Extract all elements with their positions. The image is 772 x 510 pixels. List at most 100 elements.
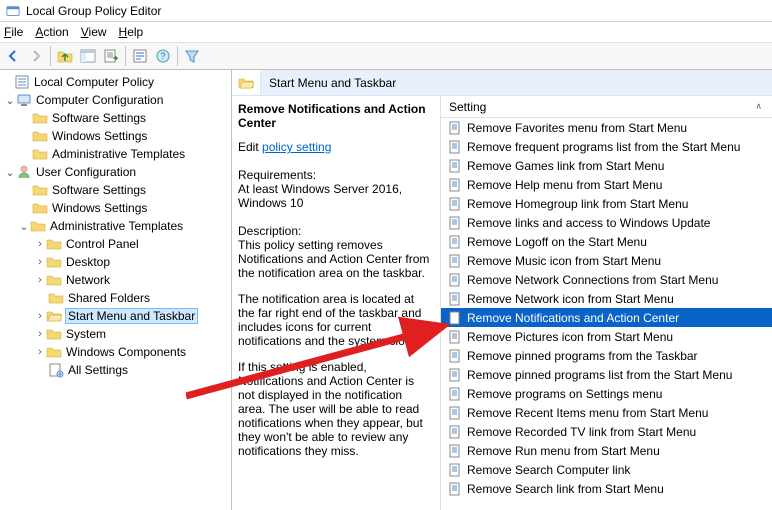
- policy-item-icon: [447, 405, 463, 421]
- computer-icon: [16, 92, 32, 108]
- tree-uc-windows[interactable]: Windows Settings: [0, 199, 231, 217]
- setting-label: Remove Recent Items menu from Start Menu: [467, 406, 708, 420]
- policy-icon: [14, 74, 30, 90]
- tree-shared-folders[interactable]: Shared Folders: [0, 289, 231, 307]
- setting-label: Remove links and access to Windows Updat…: [467, 216, 710, 230]
- expand-icon[interactable]: ›: [34, 346, 46, 358]
- policy-item-icon: [447, 177, 463, 193]
- tree-network[interactable]: ›Network: [0, 271, 231, 289]
- export-list-button[interactable]: [100, 45, 122, 67]
- tree-uc-admin[interactable]: ⌄Administrative Templates: [0, 217, 231, 235]
- app-icon: [6, 4, 20, 18]
- edit-policy-link[interactable]: policy setting: [262, 140, 331, 154]
- setting-label: Remove Help menu from Start Menu: [467, 178, 662, 192]
- setting-row[interactable]: Remove Recorded TV link from Start Menu: [441, 422, 772, 441]
- setting-row[interactable]: Remove Recent Items menu from Start Menu: [441, 403, 772, 422]
- expand-icon[interactable]: ›: [34, 238, 46, 250]
- collapse-icon[interactable]: ⌄: [4, 166, 16, 179]
- folder-open-icon: [46, 308, 62, 324]
- setting-row[interactable]: Remove Run menu from Start Menu: [441, 441, 772, 460]
- back-button[interactable]: [2, 45, 24, 67]
- collapse-icon[interactable]: ⌄: [4, 94, 16, 107]
- folder-icon: [32, 182, 48, 198]
- forward-button[interactable]: [25, 45, 47, 67]
- policy-item-icon: [447, 310, 463, 326]
- policy-item-icon: [447, 348, 463, 364]
- setting-label: Remove Notifications and Action Center: [467, 311, 679, 325]
- filter-button[interactable]: [181, 45, 203, 67]
- setting-row[interactable]: Remove Search link from Start Menu: [441, 479, 772, 498]
- setting-row[interactable]: Remove programs on Settings menu: [441, 384, 772, 403]
- tree-all-settings[interactable]: All Settings: [0, 361, 231, 379]
- setting-label: Remove Network Connections from Start Me…: [467, 273, 718, 287]
- tree-user-config[interactable]: ⌄User Configuration: [0, 163, 231, 181]
- expand-icon[interactable]: ›: [34, 274, 46, 286]
- tree-cc-windows[interactable]: Windows Settings: [0, 127, 231, 145]
- folder-icon: [46, 326, 62, 342]
- tree-start-menu-taskbar[interactable]: ›Start Menu and Taskbar: [0, 307, 231, 325]
- folder-icon: [46, 344, 62, 360]
- setting-row[interactable]: Remove Games link from Start Menu: [441, 156, 772, 175]
- description-column: Remove Notifications and Action Center E…: [232, 96, 440, 510]
- expand-icon[interactable]: ›: [34, 310, 46, 322]
- description-heading: Description:: [238, 224, 430, 238]
- setting-row[interactable]: Remove Logoff on the Start Menu: [441, 232, 772, 251]
- setting-label: Remove Search link from Start Menu: [467, 482, 664, 496]
- policy-item-icon: [447, 253, 463, 269]
- setting-row[interactable]: Remove Pictures icon from Start Menu: [441, 327, 772, 346]
- setting-row[interactable]: Remove links and access to Windows Updat…: [441, 213, 772, 232]
- setting-row[interactable]: Remove frequent programs list from the S…: [441, 137, 772, 156]
- menu-action[interactable]: Action: [35, 25, 68, 39]
- expand-icon[interactable]: ›: [34, 328, 46, 340]
- tree-uc-software[interactable]: Software Settings: [0, 181, 231, 199]
- expand-icon[interactable]: ›: [34, 256, 46, 268]
- menu-help[interactable]: Help: [119, 25, 144, 39]
- setting-row[interactable]: Remove pinned programs list from the Sta…: [441, 365, 772, 384]
- setting-row[interactable]: Remove Homegroup link from Start Menu: [441, 194, 772, 213]
- requirements-heading: Requirements:: [238, 168, 430, 182]
- setting-row[interactable]: Remove Favorites menu from Start Menu: [441, 118, 772, 137]
- policy-item-icon: [447, 481, 463, 497]
- setting-row[interactable]: Remove Music icon from Start Menu: [441, 251, 772, 270]
- setting-row[interactable]: Remove pinned programs from the Taskbar: [441, 346, 772, 365]
- folder-icon: [30, 218, 46, 234]
- setting-row[interactable]: Remove Help menu from Start Menu: [441, 175, 772, 194]
- column-header-setting[interactable]: Setting ∧: [441, 96, 772, 118]
- toolbar: ?: [0, 42, 772, 70]
- user-icon: [16, 164, 32, 180]
- help-button[interactable]: ?: [152, 45, 174, 67]
- menu-view[interactable]: View: [81, 25, 107, 39]
- description-text-1: This policy setting removes Notification…: [238, 238, 430, 280]
- folder-icon: [32, 200, 48, 216]
- tree-cc-software[interactable]: Software Settings: [0, 109, 231, 127]
- selected-policy-title: Remove Notifications and Action Center: [238, 102, 426, 130]
- setting-row[interactable]: Remove Notifications and Action Center: [441, 308, 772, 327]
- setting-label: Remove pinned programs from the Taskbar: [467, 349, 698, 363]
- properties-button[interactable]: [129, 45, 151, 67]
- setting-row[interactable]: Remove Network icon from Start Menu: [441, 289, 772, 308]
- description-text-3: If this setting is enabled, Notification…: [238, 360, 430, 458]
- menubar: File Action View Help: [0, 22, 772, 42]
- folder-open-icon: [238, 75, 254, 91]
- policy-item-icon: [447, 462, 463, 478]
- policy-item-icon: [447, 386, 463, 402]
- policy-item-icon: [447, 291, 463, 307]
- folder-icon: [32, 128, 48, 144]
- policy-item-icon: [447, 196, 463, 212]
- setting-row[interactable]: Remove Network Connections from Start Me…: [441, 270, 772, 289]
- show-hide-tree-button[interactable]: [77, 45, 99, 67]
- tree-computer-config[interactable]: ⌄Computer Configuration: [0, 91, 231, 109]
- collapse-icon[interactable]: ⌄: [18, 220, 30, 233]
- folder-icon: [32, 110, 48, 126]
- menu-file[interactable]: File: [4, 25, 23, 39]
- setting-row[interactable]: Remove Search Computer link: [441, 460, 772, 479]
- tree-root[interactable]: Local Computer Policy: [0, 73, 231, 91]
- tree-desktop[interactable]: ›Desktop: [0, 253, 231, 271]
- tree-system[interactable]: ›System: [0, 325, 231, 343]
- tree-windows-components[interactable]: ›Windows Components: [0, 343, 231, 361]
- tree-control-panel[interactable]: ›Control Panel: [0, 235, 231, 253]
- tree-cc-admin[interactable]: Administrative Templates: [0, 145, 231, 163]
- policy-item-icon: [447, 424, 463, 440]
- tree-pane[interactable]: Local Computer Policy ⌄Computer Configur…: [0, 70, 232, 510]
- up-button[interactable]: [54, 45, 76, 67]
